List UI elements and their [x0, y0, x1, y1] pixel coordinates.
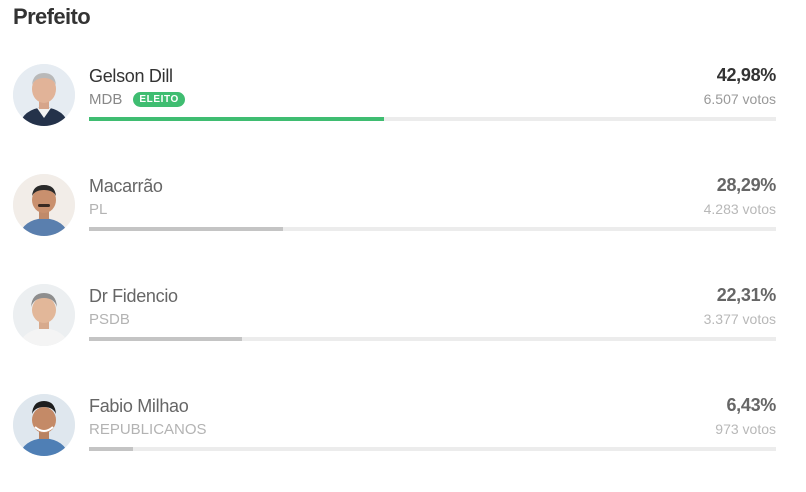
candidate-row-dr-fidencio[interactable]: Dr Fidencio PSDB 22,31% 3.377 votos: [0, 282, 806, 382]
candidate-party: REPUBLICANOS: [89, 421, 207, 438]
vote-bar-fill: [89, 227, 284, 231]
candidate-party: PL: [89, 201, 107, 218]
candidate-photo: [13, 284, 75, 346]
party-label: REPUBLICANOS: [89, 421, 207, 438]
vote-bar-fill: [89, 447, 134, 451]
vote-bar-fill: [89, 337, 243, 341]
candidate-name: Dr Fidencio: [89, 286, 178, 306]
candidate-row-gelson-dill[interactable]: Gelson Dill MDB ELEITO 42,98% 6.507 voto…: [0, 62, 806, 162]
vote-count: 6.507 votos: [703, 91, 776, 107]
candidate-photo: [13, 394, 75, 456]
candidate-party: MDB ELEITO: [89, 91, 185, 108]
elected-badge: ELEITO: [133, 92, 185, 107]
vote-count: 3.377 votos: [703, 311, 776, 327]
vote-percent: 6,43%: [726, 395, 776, 415]
vote-percent: 42,98%: [716, 65, 777, 85]
party-label: MDB: [89, 91, 123, 108]
party-label: PSDB: [89, 311, 130, 328]
vote-bar-track: [89, 447, 776, 451]
section-title: Prefeito: [13, 4, 91, 29]
candidate-name: Gelson Dill: [89, 66, 173, 86]
vote-bar-track: [89, 227, 776, 231]
vote-count: 973 votos: [715, 421, 776, 437]
candidate-name: Macarrão: [89, 176, 163, 196]
candidate-row-macarrao[interactable]: Macarrão PL 28,29% 4.283 votos: [0, 172, 806, 272]
party-label: PL: [89, 201, 108, 218]
candidate-photo: [13, 174, 75, 236]
vote-bar-fill: [89, 117, 385, 121]
vote-percent: 22,31%: [716, 285, 777, 305]
vote-count: 4.283 votos: [703, 201, 776, 217]
candidate-photo: [13, 64, 75, 126]
vote-bar-track: [89, 117, 776, 121]
candidate-name: Fabio Milhao: [89, 396, 189, 416]
candidate-row-fabio-milhao[interactable]: Fabio Milhao REPUBLICANOS 6,43% 973 voto…: [0, 392, 806, 492]
vote-percent: 28,29%: [716, 175, 777, 195]
vote-bar-track: [89, 337, 776, 341]
candidate-party: PSDB: [89, 311, 130, 328]
